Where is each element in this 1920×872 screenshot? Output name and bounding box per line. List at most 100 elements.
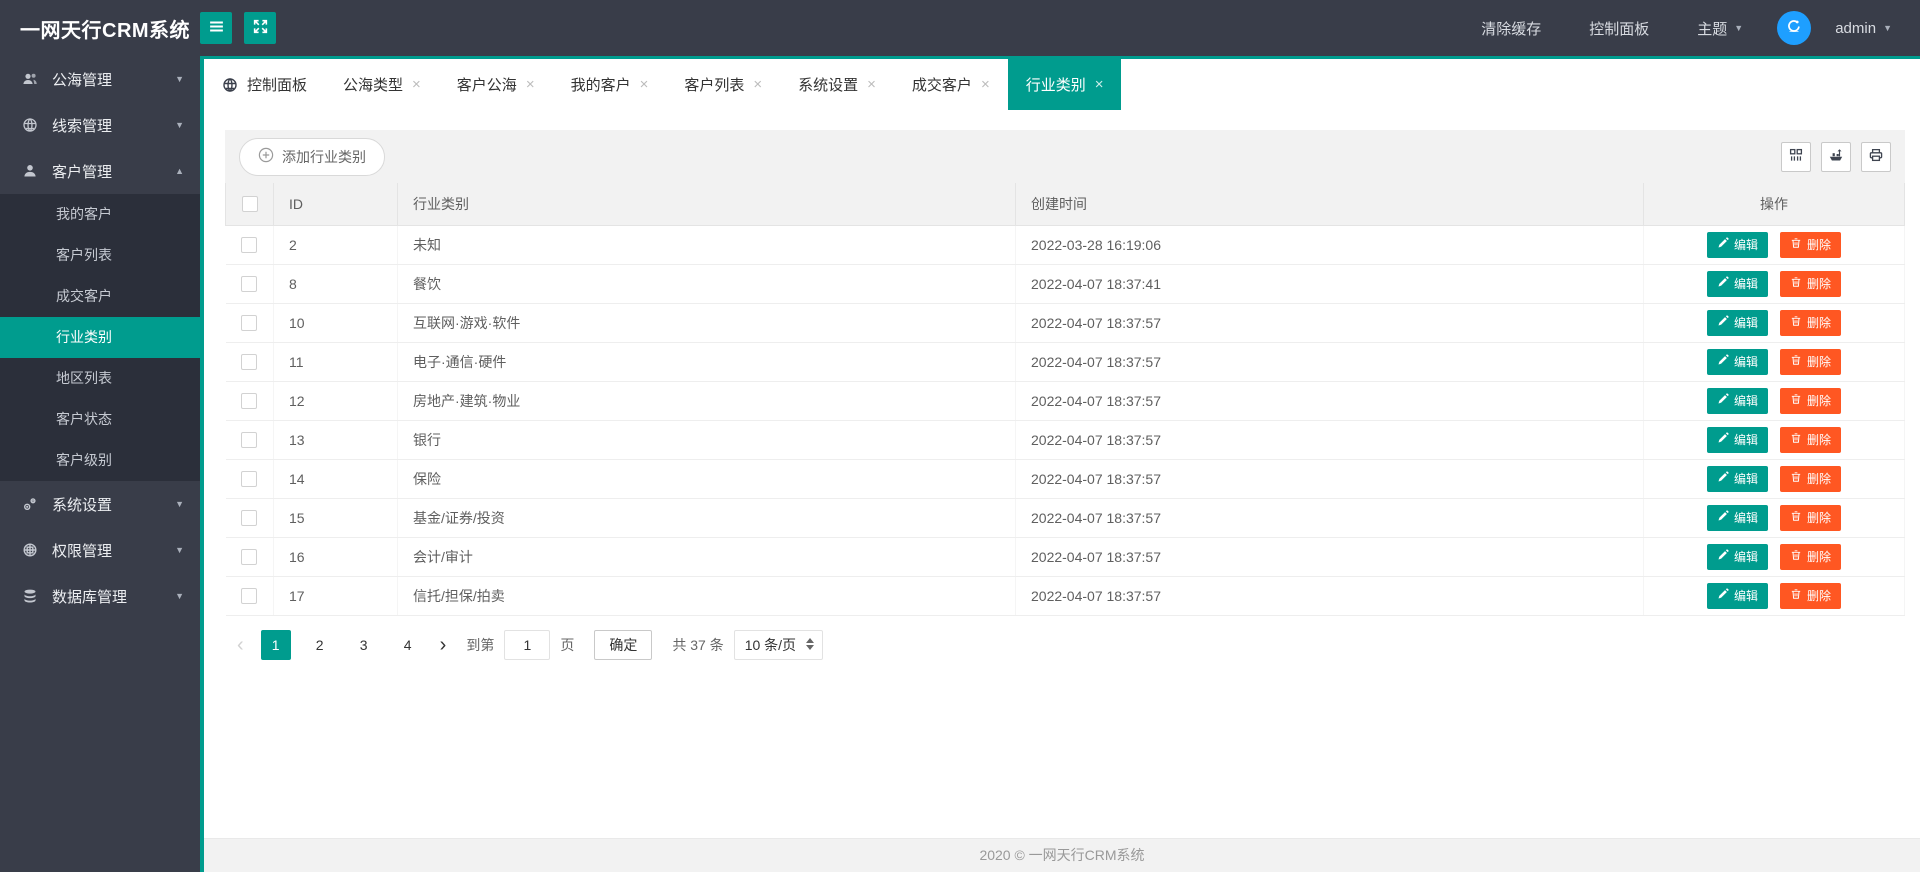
trash-icon [1790, 510, 1802, 525]
edit-button[interactable]: 编辑 [1707, 426, 1769, 453]
next-page-button[interactable]: › [430, 630, 457, 660]
tab-customer-list[interactable]: 客户列表 × [666, 59, 780, 110]
table-row: 8 餐饮 2022-04-07 18:37:41 编辑 删除 [225, 264, 1905, 304]
tab-bar: 控制面板 公海类型 × 客户公海 × 我的客户 × 客户列表 × 系统设置 × [204, 56, 1920, 110]
edit-button[interactable]: 编辑 [1707, 309, 1769, 336]
export-button[interactable] [1821, 141, 1851, 172]
fullscreen-button[interactable] [244, 12, 276, 44]
close-icon[interactable]: × [526, 77, 535, 92]
chevron-down-icon: ▼ [175, 73, 184, 84]
control-panel-link[interactable]: 控制面板 [1565, 18, 1673, 39]
sidebar-item-deal-customers[interactable]: 成交客户 [0, 276, 200, 317]
close-icon[interactable]: × [981, 77, 990, 92]
goto-label: 到第 [466, 636, 495, 653]
goto-page-input[interactable] [504, 629, 551, 660]
tab-my-customers[interactable]: 我的客户 × [553, 59, 667, 110]
delete-button[interactable]: 删除 [1779, 309, 1841, 336]
delete-button[interactable]: 删除 [1779, 348, 1841, 375]
columns-filter-button[interactable] [1781, 141, 1811, 172]
close-icon[interactable]: × [412, 77, 421, 92]
cell-id: 12 [273, 381, 398, 421]
globe-icon [222, 77, 238, 93]
sidebar-item-industry-category[interactable]: 行业类别 [0, 317, 200, 358]
prev-page-button[interactable]: ‹ [227, 630, 254, 660]
page-button-2[interactable]: 2 [305, 630, 335, 660]
page-button-1[interactable]: 1 [260, 629, 291, 660]
chevron-down-icon: ▼ [175, 590, 184, 601]
clear-cache-link[interactable]: 清除缓存 [1457, 18, 1565, 39]
pencil-icon [1717, 276, 1729, 291]
plus-circle-icon [258, 147, 274, 166]
sidebar-item-database-mgmt[interactable]: 数据库管理 ▼ [0, 573, 200, 619]
edit-button[interactable]: 编辑 [1707, 504, 1769, 531]
print-button[interactable] [1861, 141, 1891, 172]
edit-button[interactable]: 编辑 [1707, 231, 1769, 258]
page-button-4[interactable]: 4 [393, 630, 423, 660]
close-icon[interactable]: × [753, 77, 762, 92]
collapse-menu-button[interactable] [200, 12, 232, 44]
row-checkbox[interactable] [241, 354, 258, 371]
trash-icon [1790, 315, 1802, 330]
row-checkbox[interactable] [241, 276, 258, 293]
edit-button[interactable]: 编辑 [1707, 465, 1769, 492]
tab-deal-customers[interactable]: 成交客户 × [894, 59, 1008, 110]
user-dropdown[interactable]: admin ▼ [1811, 20, 1892, 37]
sidebar-item-customer-level[interactable]: 客户级别 [0, 440, 200, 481]
avatar[interactable] [1777, 11, 1812, 45]
edit-button[interactable]: 编辑 [1707, 582, 1769, 609]
tab-customer-pool[interactable]: 客户公海 × [439, 59, 553, 110]
row-checkbox[interactable] [241, 432, 258, 449]
tab-pool-type[interactable]: 公海类型 × [325, 59, 439, 110]
close-icon[interactable]: × [867, 77, 876, 92]
delete-button[interactable]: 删除 [1779, 543, 1841, 570]
hamburger-icon [208, 18, 225, 38]
close-icon[interactable]: × [640, 77, 649, 92]
theme-dropdown[interactable]: 主题 ▼ [1673, 18, 1767, 39]
row-checkbox[interactable] [241, 471, 258, 488]
row-checkbox[interactable] [241, 588, 258, 605]
row-checkbox[interactable] [241, 393, 258, 410]
delete-button[interactable]: 删除 [1779, 426, 1841, 453]
cell-created-time: 2022-04-07 18:37:57 [1015, 537, 1644, 577]
sidebar-item-customer-mgmt[interactable]: 客户管理 ▲ [0, 148, 200, 194]
row-checkbox[interactable] [241, 510, 258, 527]
pagination: ‹ 1 2 3 4 › 到第 页 确定 共 37 条 10 条/页 [227, 629, 1905, 660]
tab-system-settings[interactable]: 系统设置 × [780, 59, 894, 110]
sidebar-item-permission-mgmt[interactable]: 权限管理 ▼ [0, 527, 200, 573]
tab-industry-category[interactable]: 行业类别 × [1007, 59, 1122, 110]
delete-button[interactable]: 删除 [1779, 387, 1841, 414]
row-checkbox[interactable] [241, 315, 258, 332]
sidebar-item-region-list[interactable]: 地区列表 [0, 358, 200, 399]
users-icon [22, 71, 40, 87]
delete-button[interactable]: 删除 [1779, 504, 1841, 531]
row-checkbox[interactable] [241, 237, 258, 254]
sidebar-item-customer-status[interactable]: 客户状态 [0, 399, 200, 440]
delete-button[interactable]: 删除 [1779, 270, 1841, 297]
page-button-3[interactable]: 3 [349, 630, 379, 660]
cell-id: 17 [273, 576, 398, 616]
select-all-checkbox[interactable] [241, 196, 258, 213]
page-size-select[interactable]: 10 条/页 [733, 629, 824, 660]
sidebar-item-leads-mgmt[interactable]: 线索管理 ▼ [0, 102, 200, 148]
delete-button[interactable]: 删除 [1779, 582, 1841, 609]
edit-button[interactable]: 编辑 [1707, 270, 1769, 297]
goto-confirm-button[interactable]: 确定 [594, 629, 653, 660]
sidebar-item-pool-mgmt[interactable]: 公海管理 ▼ [0, 56, 200, 102]
add-industry-button[interactable]: 添加行业类别 [239, 137, 385, 176]
cell-id: 15 [273, 498, 398, 538]
cell-created-time: 2022-03-28 16:19:06 [1015, 225, 1644, 265]
delete-button[interactable]: 删除 [1779, 465, 1841, 492]
tab-dashboard[interactable]: 控制面板 [204, 59, 325, 110]
edit-button[interactable]: 编辑 [1707, 543, 1769, 570]
close-icon[interactable]: × [1095, 77, 1104, 92]
sidebar-item-customer-list[interactable]: 客户列表 [0, 235, 200, 276]
sidebar-item-system-settings[interactable]: 系统设置 ▼ [0, 481, 200, 527]
delete-button[interactable]: 删除 [1779, 231, 1841, 258]
sidebar-item-my-customers[interactable]: 我的客户 [0, 194, 200, 235]
fullscreen-icon [252, 18, 269, 38]
trash-icon [1790, 237, 1802, 252]
edit-button[interactable]: 编辑 [1707, 387, 1769, 414]
edit-button[interactable]: 编辑 [1707, 348, 1769, 375]
cell-id: 8 [273, 264, 398, 304]
row-checkbox[interactable] [241, 549, 258, 566]
